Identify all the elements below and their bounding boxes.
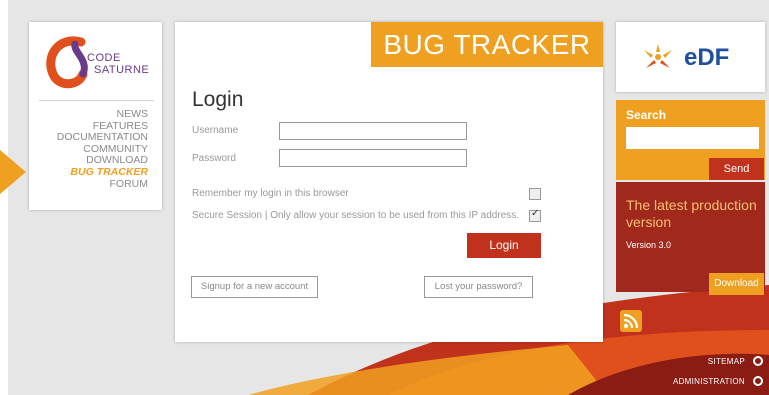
latest-version-title: The latest production version [626, 197, 757, 230]
remember-checkbox[interactable] [529, 188, 541, 200]
secure-session-checkbox[interactable] [529, 208, 541, 222]
arrow-icon [0, 150, 26, 194]
lost-password-button[interactable]: Lost your password? [424, 276, 533, 298]
password-input[interactable] [279, 149, 467, 167]
remember-label: Remember my login in this browser [192, 188, 349, 199]
bug-tracker-banner: BUG TRACKER [371, 22, 603, 67]
username-label: Username [192, 125, 239, 136]
edf-logo-icon [644, 44, 672, 68]
edf-brand-text: eDF [684, 44, 730, 71]
login-button[interactable]: Login [467, 233, 541, 258]
nav-panel: CODE SATURNE NEWS FEATURES DOCUMENTATION… [29, 22, 162, 210]
logo-text-saturne: SATURNE [94, 64, 150, 76]
login-title: Login [192, 88, 244, 111]
password-label: Password [192, 153, 236, 164]
sitemap-icon[interactable] [753, 356, 763, 366]
download-button[interactable]: Download [709, 273, 764, 295]
login-card: BUG TRACKER Login Username Password Reme… [175, 22, 603, 342]
nav-item-bug-tracker[interactable]: BUG TRACKER [57, 166, 148, 179]
administration-icon[interactable] [753, 376, 763, 386]
send-button[interactable]: Send [709, 158, 764, 180]
sitemap-link[interactable]: SITEMAP [708, 357, 745, 366]
search-label: Search [626, 108, 667, 122]
rss-icon[interactable] [620, 310, 642, 332]
nav-item-news[interactable]: NEWS [57, 108, 149, 121]
nav-divider [39, 100, 154, 101]
version-text: Version 3.0 [626, 240, 672, 250]
administration-link[interactable]: ADMINISTRATION [673, 377, 745, 386]
nav-item-forum[interactable]: FORUM [57, 178, 149, 191]
search-input[interactable] [626, 127, 759, 149]
code-saturne-logo-icon[interactable]: CODE SATURNE [39, 30, 151, 100]
nav-list: NEWS FEATURES DOCUMENTATION COMMUNITY DO… [57, 108, 149, 191]
signup-button[interactable]: Signup for a new account [191, 276, 318, 298]
logo-text-code: CODE [87, 52, 121, 64]
username-input[interactable] [279, 122, 467, 140]
secure-session-label: Secure Session | Only allow your session… [192, 210, 520, 221]
edf-logo-box[interactable]: eDF [616, 22, 765, 92]
